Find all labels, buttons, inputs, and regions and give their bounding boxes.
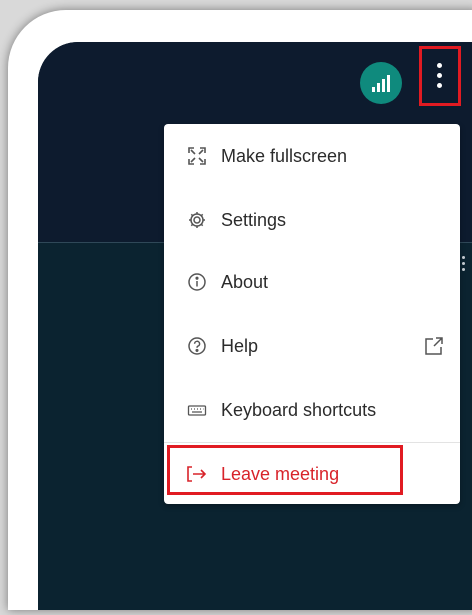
menu-divider [164,442,460,443]
gear-icon [186,209,208,231]
external-link-icon [424,336,444,356]
more-icon-partial [462,256,466,272]
menu-item-label: Make fullscreen [221,146,348,166]
screenshot-frame: Make fullscreen Settings About Help Keyb… [8,10,472,610]
keyboard-icon [186,399,208,421]
menu-item-label: Keyboard shortcuts [221,400,377,420]
menu-item-help[interactable]: Help [164,324,460,368]
options-menu: Make fullscreen Settings About Help Keyb… [164,124,460,504]
menu-item-about[interactable]: About [164,260,460,304]
menu-item-settings[interactable]: Settings [164,198,460,242]
more-vertical-icon [437,63,442,68]
help-icon [186,335,208,357]
menu-item-make-fullscreen[interactable]: Make fullscreen [164,134,460,178]
fullscreen-icon [186,145,208,167]
more-vertical-icon-dot [437,73,442,78]
more-vertical-icon-dot [437,83,442,88]
highlight-box [167,445,403,495]
menu-item-label: About [221,272,269,292]
menu-item-label: Help [221,336,259,356]
more-options-button[interactable] [419,46,461,106]
signal-strength-icon[interactable] [360,62,402,104]
menu-item-keyboard-shortcuts[interactable]: Keyboard shortcuts [164,388,460,432]
info-icon [186,271,208,293]
menu-item-label: Settings [221,210,287,230]
